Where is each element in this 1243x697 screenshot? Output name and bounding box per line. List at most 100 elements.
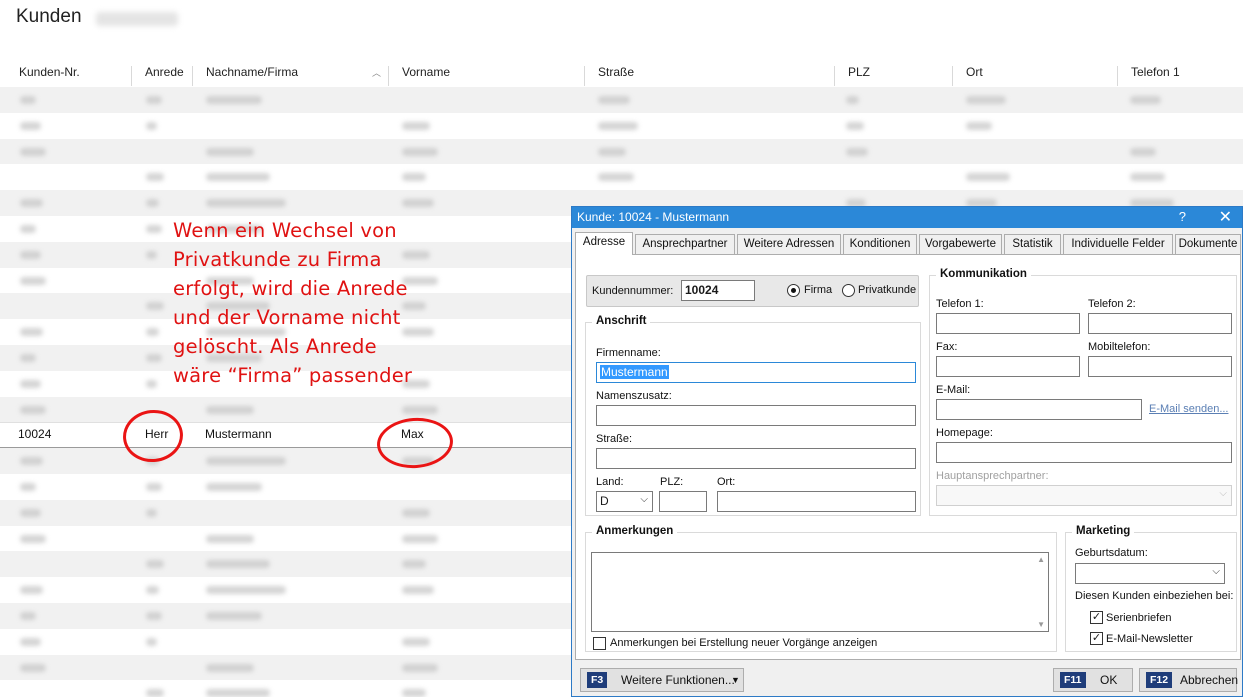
strasse-input[interactable]: [596, 448, 916, 469]
scroll-up-icon[interactable]: ▲: [1037, 555, 1045, 564]
cell-kundennr: 10024: [18, 427, 52, 442]
abbrechen-label: Abbrechen: [1180, 673, 1239, 687]
kundennummer-field[interactable]: 10024: [681, 280, 755, 301]
blurred-customer-row[interactable]: [0, 87, 1243, 113]
homepage-input[interactable]: [936, 442, 1232, 463]
tab-weitere-adressen[interactable]: Weitere Adressen: [737, 234, 841, 254]
tab-individuelle-felder[interactable]: Individuelle Felder: [1063, 234, 1173, 254]
column-header-telefon1[interactable]: Telefon 1: [1123, 60, 1180, 86]
tab-konditionen[interactable]: Konditionen: [843, 234, 917, 254]
column-header-plz[interactable]: PLZ: [840, 60, 870, 86]
blurred-cell: [20, 147, 46, 156]
column-separator[interactable]: [192, 66, 193, 86]
column-separator[interactable]: [834, 66, 835, 86]
column-header-row: Kunden-Nr. Anrede Nachname/Firma Vorname…: [0, 60, 1243, 86]
marketing-title: Marketing: [1072, 525, 1135, 537]
tab-adresse[interactable]: Adresse: [575, 232, 633, 255]
blurred-cell: [146, 96, 163, 104]
marketing-group: Marketing Geburtsdatum: ⌵ Diesen Kunden …: [1065, 525, 1237, 652]
column-separator[interactable]: [388, 66, 389, 86]
ok-button[interactable]: F11 OK: [1053, 668, 1133, 692]
blurred-customer-row[interactable]: [0, 113, 1243, 139]
land-select[interactable]: D ⌵: [596, 491, 653, 512]
anmerkungen-textarea[interactable]: ▲ ▼: [591, 552, 1049, 632]
newsletter-label[interactable]: E-Mail-Newsletter: [1106, 633, 1193, 645]
mobiltelefon-label: Mobiltelefon:: [1088, 341, 1151, 353]
tab-vorgabewerte[interactable]: Vorgabewerte: [919, 234, 1002, 254]
blurred-cell: [206, 611, 262, 620]
column-header-strasse[interactable]: Straße: [590, 60, 634, 86]
blurred-cell: [20, 224, 36, 233]
column-separator[interactable]: [952, 66, 953, 86]
column-header-ort[interactable]: Ort: [958, 60, 983, 86]
radio-privatkunde-label[interactable]: Privatkunde: [858, 284, 916, 296]
blurred-customer-row[interactable]: [0, 138, 1243, 165]
serienbriefen-label[interactable]: Serienbriefen: [1106, 612, 1171, 624]
blurred-cell: [146, 199, 159, 208]
blurred-cell: [146, 353, 163, 362]
tab-ansprechpartner[interactable]: Ansprechpartner: [635, 234, 735, 254]
anmerkungen-anzeigen-checkbox[interactable]: [593, 637, 606, 650]
kommunikation-title: Kommunikation: [936, 268, 1031, 280]
radio-privatkunde[interactable]: [842, 284, 855, 297]
newsletter-checkbox[interactable]: ✓: [1090, 632, 1103, 645]
blurred-cell: [20, 534, 46, 543]
kommunikation-group: Kommunikation Telefon 1: Telefon 2: Fax:…: [929, 268, 1237, 516]
kundennummer-label: Kundennummer:: [592, 285, 674, 297]
blurred-cell: [146, 328, 159, 337]
scroll-down-icon[interactable]: ▼: [1037, 620, 1045, 629]
fax-input[interactable]: [936, 356, 1080, 377]
blurred-customer-row[interactable]: [0, 164, 1243, 190]
blurred-cell: [206, 586, 286, 595]
tab-dokumente[interactable]: Dokumente: [1175, 234, 1241, 254]
telefon2-input[interactable]: [1088, 313, 1232, 334]
einbeziehen-label: Diesen Kunden einbeziehen bei:: [1075, 590, 1234, 602]
ok-label: OK: [1100, 673, 1118, 687]
blurred-cell: [146, 302, 164, 311]
column-header-anrede[interactable]: Anrede: [137, 60, 184, 86]
column-header-vorname[interactable]: Vorname: [394, 60, 450, 86]
plz-input[interactable]: [659, 491, 707, 512]
blurred-cell: [20, 457, 44, 466]
help-icon[interactable]: ?: [1179, 209, 1186, 224]
telefon1-input[interactable]: [936, 313, 1080, 334]
blurred-cell: [846, 121, 864, 130]
weitere-funktionen-button[interactable]: F3 Weitere Funktionen... ▼: [580, 668, 744, 692]
dialog-titlebar[interactable]: Kunde: 10024 - Mustermann ? ✕: [572, 207, 1242, 228]
mobiltelefon-input[interactable]: [1088, 356, 1232, 377]
namenszusatz-input[interactable]: [596, 405, 916, 426]
firmenname-input[interactable]: Mustermann: [596, 362, 916, 383]
blurred-cell: [206, 560, 270, 569]
blurred-cell: [146, 586, 159, 595]
tab-statistik[interactable]: Statistik: [1004, 234, 1061, 254]
annotation-line: Wenn ein Wechsel von: [173, 219, 397, 242]
column-separator[interactable]: [131, 66, 132, 86]
geburtsdatum-picker[interactable]: ⌵: [1075, 563, 1225, 584]
kundennummer-box: Kundennummer: 10024 Firma Privatkunde: [586, 275, 919, 307]
column-separator[interactable]: [584, 66, 585, 86]
column-header-kundennr[interactable]: Kunden-Nr.: [11, 60, 80, 86]
column-separator[interactable]: [1117, 66, 1118, 86]
annotation-line: wäre “Firma” passender: [173, 364, 413, 387]
close-icon[interactable]: ✕: [1219, 207, 1232, 227]
telefon1-label: Telefon 1:: [936, 298, 984, 310]
abbrechen-button[interactable]: F12 Abbrechen: [1139, 668, 1239, 692]
blurred-cell: [20, 379, 41, 388]
chevron-down-icon: ⌵: [1219, 488, 1227, 499]
email-senden-link[interactable]: E-Mail senden...: [1149, 403, 1228, 415]
serienbriefen-checkbox[interactable]: ✓: [1090, 611, 1103, 624]
radio-firma-label[interactable]: Firma: [804, 284, 832, 296]
blurred-cell: [402, 689, 426, 697]
blurred-cell: [146, 224, 163, 233]
tab-panel-adresse: Kundennummer: 10024 Firma Privatkunde An…: [575, 254, 1241, 660]
dialog-footer: F3 Weitere Funktionen... ▼ F11 OK F12 Ab…: [572, 660, 1242, 697]
ort-input[interactable]: [717, 491, 916, 512]
email-input[interactable]: [936, 399, 1142, 420]
blurred-cell: [20, 482, 36, 491]
ort-label: Ort:: [717, 476, 736, 488]
column-header-nachname[interactable]: Nachname/Firma: [198, 60, 298, 86]
blurred-cell: [146, 560, 164, 569]
hauptansprechpartner-label: Hauptansprechpartner:: [936, 470, 1049, 482]
anmerkungen-anzeigen-label[interactable]: Anmerkungen bei Erstellung neuer Vorgäng…: [610, 637, 877, 649]
radio-firma[interactable]: [787, 284, 800, 297]
